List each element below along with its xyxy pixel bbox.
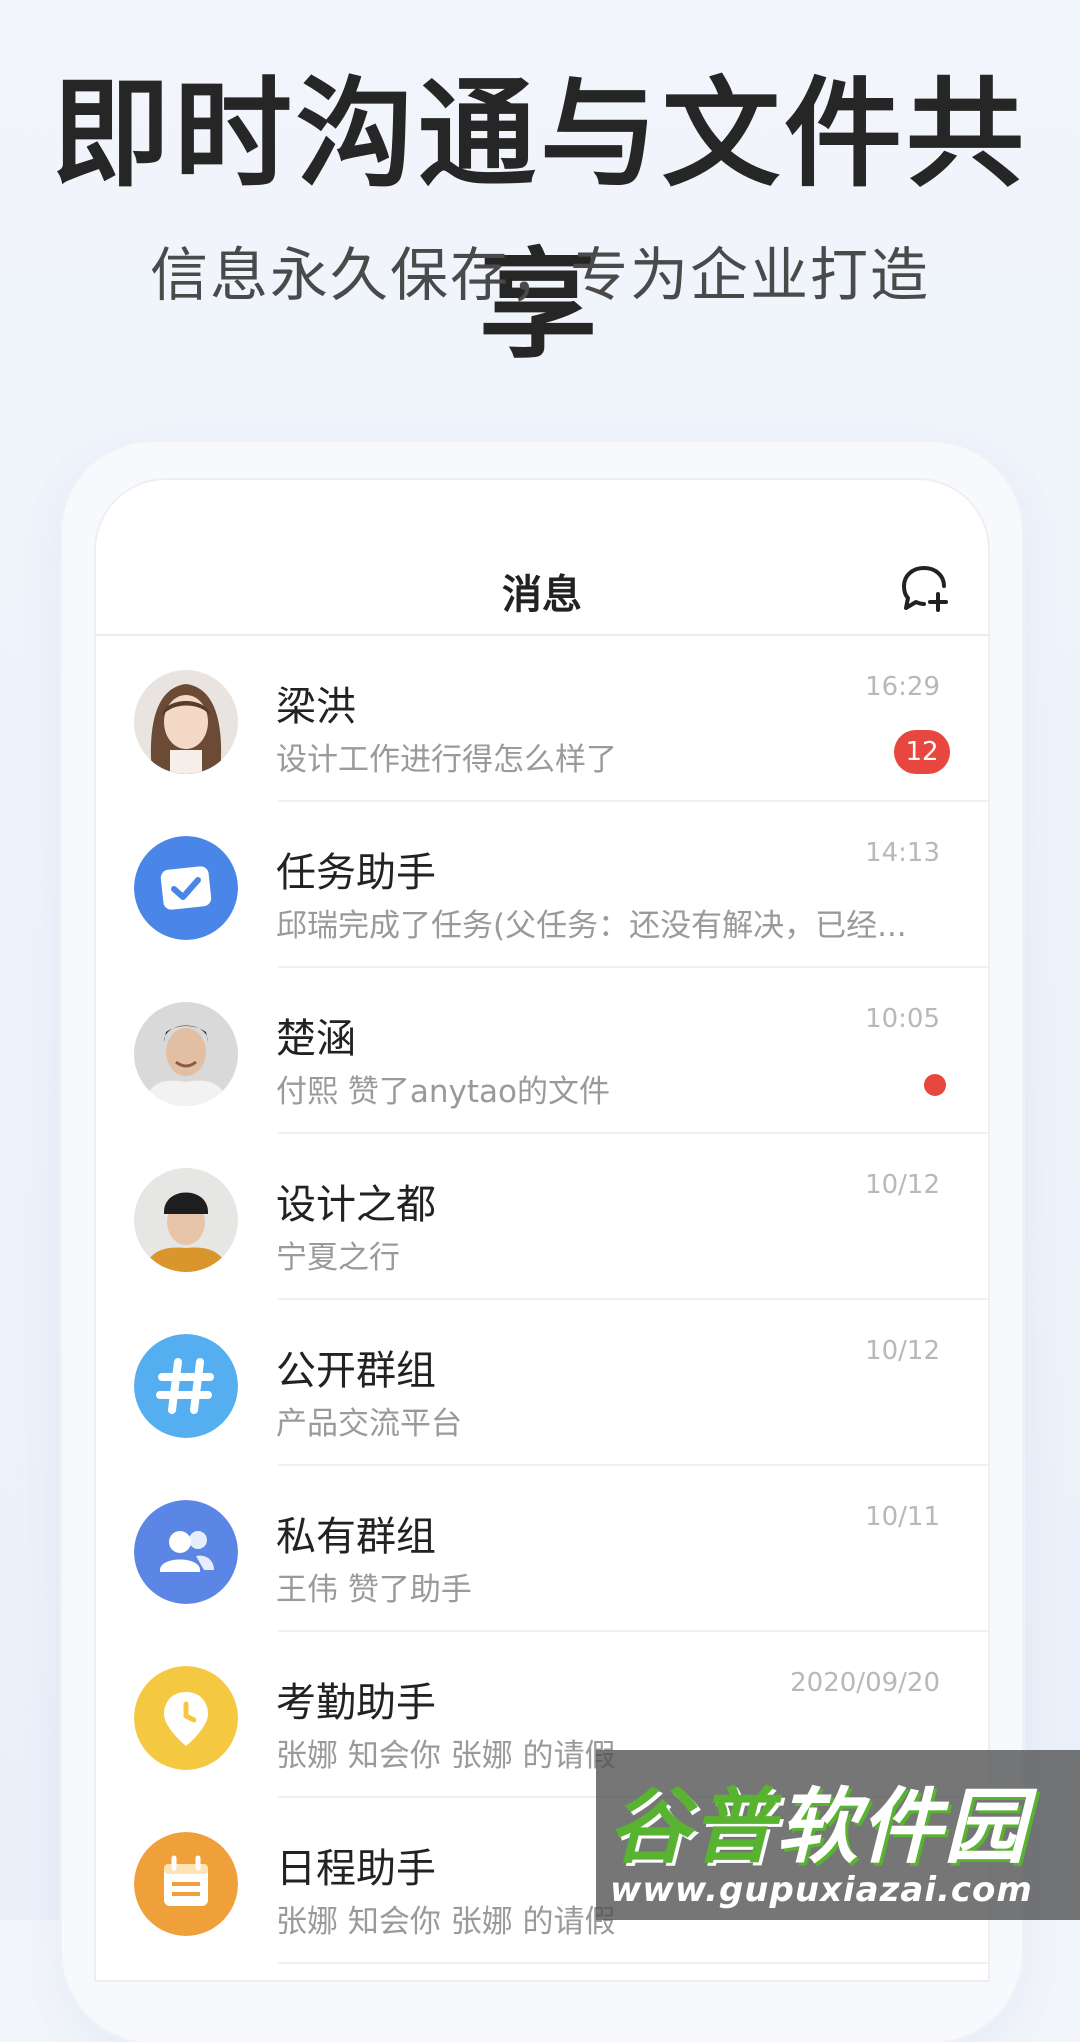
message-row-public-group[interactable]: 公开群组 产品交流平台 10/12: [96, 1300, 988, 1466]
message-row-lianghong[interactable]: 梁洪 设计工作进行得怎么样了 16:29 12: [96, 636, 988, 802]
message-time: 16:29: [865, 672, 940, 702]
contact-name: 设计之都: [276, 1182, 436, 1228]
nav-title: 消息: [502, 572, 582, 618]
users-icon: [134, 1500, 238, 1604]
chat-add-icon[interactable]: [900, 564, 952, 612]
contact-name: 考勤助手: [276, 1680, 436, 1726]
message-preview: 付熙 赞了anytao的文件: [276, 1074, 610, 1110]
unread-count-badge: 12: [894, 730, 950, 774]
message-time: 10/12: [865, 1336, 940, 1366]
task-check-icon: [134, 836, 238, 940]
contact-name: 梁洪: [276, 684, 356, 730]
watermark-brand-green: 谷普: [608, 1780, 776, 1875]
message-preview: 产品交流平台: [276, 1406, 462, 1442]
message-row-design-capital[interactable]: 设计之都 宁夏之行 10/12: [96, 1134, 988, 1300]
message-preview: 设计工作进行得怎么样了: [276, 742, 617, 778]
message-time: 10/11: [865, 1502, 940, 1532]
message-row-task-assistant[interactable]: 任务助手 邱瑞完成了任务(父任务：还没有解决，已经... 14:13: [96, 802, 988, 968]
message-time: 10/12: [865, 1170, 940, 1200]
message-preview: 张娜 知会你 张娜 的请假: [276, 1738, 616, 1774]
clock-pin-icon: [134, 1666, 238, 1770]
avatar-photo-man-beanie: [134, 1168, 238, 1272]
promo-subline: 信息永久保存，专为企业打造: [149, 241, 930, 309]
message-row-private-group[interactable]: 私有群组 王伟 赞了助手 10/11: [96, 1466, 988, 1632]
watermark-url: www.gupuxiazai.com: [610, 1870, 1033, 1910]
promo-headline: 即时沟通与文件共享: [51, 65, 1028, 374]
contact-name: 私有群组: [276, 1514, 436, 1560]
hashtag-icon: [134, 1334, 238, 1438]
message-row-chuhan[interactable]: 楚涵 付熙 赞了anytao的文件 10:05: [96, 968, 988, 1134]
message-preview: 王伟 赞了助手: [276, 1572, 472, 1608]
avatar-photo-woman: [134, 670, 238, 774]
calendar-icon: [134, 1832, 238, 1936]
avatar-photo-man: [134, 1002, 238, 1106]
message-preview: 张娜 知会你 张娜 的请假: [276, 1904, 616, 1940]
site-watermark: 谷普软件园 www.gupuxiazai.com: [596, 1750, 1080, 1920]
contact-name: 日程助手: [276, 1846, 436, 1892]
message-preview: 邱瑞完成了任务(父任务：还没有解决，已经...: [276, 908, 907, 944]
message-time: 10:05: [865, 1004, 940, 1034]
contact-name: 楚涵: [276, 1016, 356, 1062]
message-time: 2020/09/20: [790, 1668, 940, 1698]
unread-dot: [924, 1074, 946, 1096]
watermark-brand-white: 软件园: [776, 1780, 1028, 1875]
message-time: 14:13: [865, 838, 940, 868]
nav-bar: 消息: [96, 480, 988, 636]
watermark-brand: 谷普软件园: [608, 1760, 1028, 1879]
contact-name: 公开群组: [276, 1348, 436, 1394]
contact-name: 任务助手: [276, 850, 436, 896]
message-preview: 宁夏之行: [276, 1240, 400, 1276]
